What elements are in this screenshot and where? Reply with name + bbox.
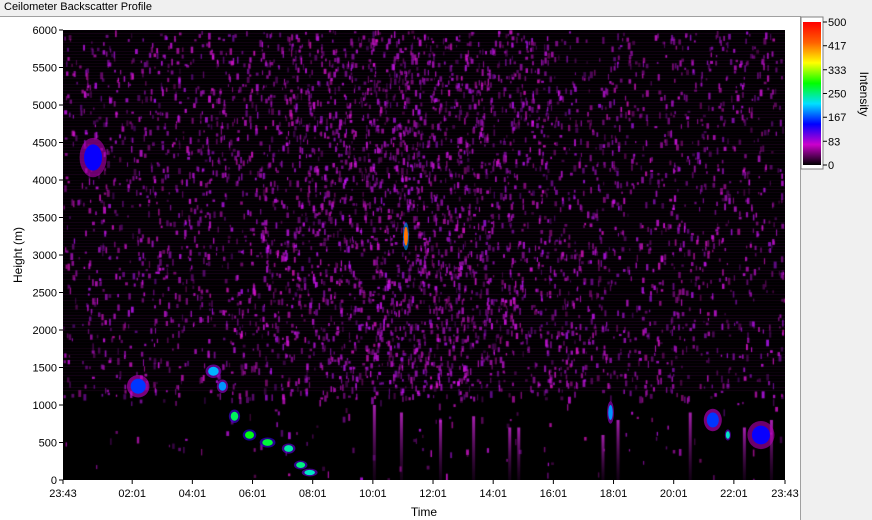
y-tick-label-4500: 4500 (33, 138, 57, 150)
x-tick-label-8: 16:01 (540, 488, 568, 500)
x-tick-label-2: 04:01 (179, 488, 207, 500)
x-tick-label-5: 10:01 (359, 488, 387, 500)
x-tick-label-6: 12:01 (419, 488, 447, 500)
colorbar-tick-label-417: 417 (828, 41, 846, 53)
feature-5 (245, 431, 255, 439)
x-tick-label-9: 18:01 (600, 488, 628, 500)
colorbar-title: Intensity (857, 72, 871, 117)
x-tick-label-3: 06:01 (239, 488, 267, 500)
feature-1 (130, 378, 146, 394)
feature-3 (218, 381, 227, 391)
colorbar-tick-label-0: 0 (828, 160, 834, 172)
colorbar-tick-label-83: 83 (828, 136, 840, 148)
y-tick-label-4000: 4000 (33, 175, 57, 187)
feature-0 (84, 144, 103, 171)
x-tick-label-11: 22:01 (720, 488, 748, 500)
x-tick-label-10: 20:01 (660, 488, 688, 500)
colorbar-tick-label-250: 250 (828, 89, 846, 101)
colorbar: 500 417 333 250 167 83 0 Intensity (800, 16, 871, 172)
plot-content (63, 30, 785, 480)
feature-14 (751, 425, 770, 445)
feature-13 (725, 431, 730, 439)
y-tick-label-6000: 6000 (33, 25, 57, 37)
y-tick-label-5500: 5500 (33, 63, 57, 75)
feature-8 (296, 462, 306, 468)
feature-11 (608, 405, 613, 420)
y-tick-label-1500: 1500 (33, 363, 57, 375)
x-tick-label-0: 23:43 (49, 488, 77, 500)
feature-10 (403, 226, 408, 246)
x-tick-label-4: 08:01 (299, 488, 327, 500)
y-tick-label-5000: 5000 (33, 100, 57, 112)
x-axis-title: Time (411, 505, 438, 519)
y-tick-label-2000: 2000 (33, 325, 57, 337)
x-tick-label-12: 23:43 (771, 488, 799, 500)
y-tick-label-1000: 1000 (33, 400, 57, 412)
colorbar-ticks: 500 417 333 250 167 83 0 (823, 17, 846, 172)
y-axis-title: Height (m) (11, 227, 25, 283)
feature-7 (284, 445, 294, 452)
heatmap-chart: 0 500 1000 1500 2000 2500 3000 3500 4000 4500 5000… (11, 25, 799, 519)
x-tick-label-7: 14:01 (479, 488, 507, 500)
y-tick-label-3500: 3500 (33, 213, 57, 225)
colorbar-tick-label-167: 167 (828, 112, 846, 124)
feature-4 (230, 411, 239, 421)
feature-2 (208, 366, 219, 376)
feature-12 (706, 412, 719, 428)
feature-6 (262, 439, 273, 446)
x-tick-label-1: 02:01 (118, 488, 146, 500)
colorbar-tick-label-500: 500 (828, 17, 846, 29)
x-axis: 23:43 02:01 04:01 06:01 08:01 10:01 12:01 14:01… (49, 480, 799, 500)
y-tick-label-0: 0 (51, 475, 57, 487)
noise-layer (63, 30, 785, 480)
y-tick-label-500: 500 (39, 438, 57, 450)
colorbar-gradient (803, 22, 821, 165)
y-tick-label-2500: 2500 (33, 288, 57, 300)
y-tick-label-3000: 3000 (33, 250, 57, 262)
colorbar-tick-label-333: 333 (828, 65, 846, 77)
feature-9 (304, 469, 315, 476)
y-axis: 0 500 1000 1500 2000 2500 3000 3500 4000 4500 5000… (33, 25, 63, 487)
